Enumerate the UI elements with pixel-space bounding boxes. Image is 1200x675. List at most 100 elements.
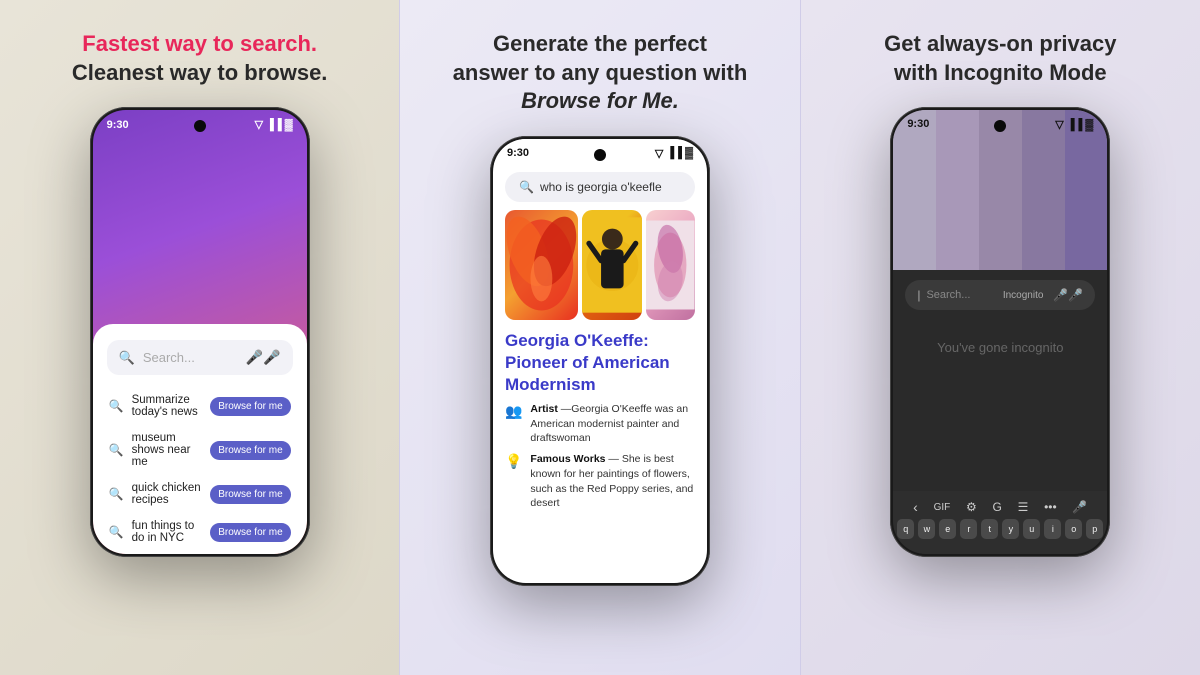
search-icon-s1: 🔍: [109, 399, 124, 413]
incognito-badge: Incognito: [1003, 290, 1044, 301]
camera-hole-2: [594, 149, 606, 161]
suggestion-text-2: museum shows near me: [132, 432, 205, 468]
key-o[interactable]: o: [1065, 519, 1082, 539]
status-time-3: 9:30: [907, 118, 929, 131]
key-y[interactable]: y: [1002, 519, 1019, 539]
panel2-title-italic: Browse for Me.: [521, 88, 679, 113]
mic-icon-3: 🎤🎤: [1053, 288, 1083, 302]
battery-icon-3: ▓: [1085, 119, 1093, 131]
panel-fastest-search: Fastest way to search. Cleanest way to b…: [0, 0, 399, 675]
suggestion-2[interactable]: 🔍 museum shows near me Browse for me: [107, 425, 293, 475]
image-painting-2: [646, 210, 695, 320]
keyboard-toolbar: ‹ GIF ⚙ G ☰ ••• 🎤: [897, 497, 1103, 515]
panel1-title-line2: Cleanest way to browse.: [72, 60, 328, 85]
key-u[interactable]: u: [1023, 519, 1040, 539]
suggestion-3[interactable]: 🔍 quick chicken recipes Browse for me: [107, 475, 293, 513]
wifi-icon-2: ▽: [655, 147, 663, 160]
clipboard-icon[interactable]: ☰: [1018, 500, 1029, 514]
status-icons-3: ▽ ▐▐ ▓: [1055, 118, 1093, 131]
key-e[interactable]: e: [939, 519, 956, 539]
incognito-message: You've gone incognito: [893, 340, 1107, 355]
key-p[interactable]: p: [1086, 519, 1103, 539]
panel1-title-line1: Fastest way to search.: [82, 31, 317, 56]
wifi-icon-3: ▽: [1055, 118, 1063, 131]
search-icon-s4: 🔍: [109, 525, 124, 539]
incognito-keyboard: ‹ GIF ⚙ G ☰ ••• 🎤 q w e r t: [893, 491, 1107, 554]
status-icons-1: ▽ ▐▐ ▓: [255, 118, 293, 131]
status-time-1: 9:30: [107, 119, 129, 131]
search-placeholder-3: Search...: [926, 289, 996, 301]
signal-icon-2: ▐▐: [666, 147, 682, 159]
search-placeholder-1: Search...: [143, 350, 238, 365]
browse-btn-1[interactable]: Browse for me: [210, 397, 290, 416]
camera-hole-1: [194, 120, 206, 132]
panel3-title-line1: Get always-on privacy: [884, 31, 1116, 56]
browse-btn-2[interactable]: Browse for me: [210, 441, 290, 460]
key-w[interactable]: w: [918, 519, 935, 539]
search-query-2: who is georgia o'keefle: [540, 180, 662, 194]
search-bar-2[interactable]: 🔍 who is georgia o'keefle: [505, 172, 695, 202]
settings-icon[interactable]: ⚙: [966, 500, 977, 514]
panel1-title: Fastest way to search. Cleanest way to b…: [72, 30, 328, 87]
cursor-icon: |: [917, 288, 920, 302]
suggestion-1[interactable]: 🔍 Summarize today's news Browse for me: [107, 387, 293, 425]
panel3-title: Get always-on privacy with Incognito Mod…: [884, 30, 1116, 87]
lightbulb-icon: 💡: [505, 452, 522, 511]
panel2-title-line2: answer to any question with: [453, 60, 748, 85]
key-r[interactable]: r: [960, 519, 977, 539]
result-text-2: Famous Works — She is best known for her…: [530, 452, 695, 511]
incognito-search-bar[interactable]: | Search... Incognito 🎤🎤: [905, 280, 1095, 310]
signal-icon-3: ▐▐: [1067, 119, 1083, 131]
image-gallery: [505, 210, 695, 320]
camera-hole-3: [994, 120, 1006, 132]
panel2-title: Generate the perfect answer to any quest…: [453, 30, 748, 116]
key-q[interactable]: q: [897, 519, 914, 539]
key-t[interactable]: t: [981, 519, 998, 539]
panel-browse-for-me: Generate the perfect answer to any quest…: [399, 0, 800, 675]
result-text-1: Artist —Georgia O'Keeffe was an American…: [530, 402, 695, 446]
voice-icon[interactable]: 🎤: [1072, 500, 1087, 514]
image-person: [582, 210, 643, 320]
browse-btn-4[interactable]: Browse for me: [210, 523, 290, 542]
phone2-screen: 9:30 ▽ ▐▐ ▓ 🔍 who is georgia o'keefle: [493, 139, 707, 583]
phone-2: 9:30 ▽ ▐▐ ▓ 🔍 who is georgia o'keefle: [490, 136, 710, 586]
search-icon-2: 🔍: [519, 180, 534, 194]
status-time-2: 9:30: [507, 147, 529, 160]
wifi-icon-1: ▽: [255, 118, 263, 131]
result-item-1: 👥 Artist —Georgia O'Keeffe was an Americ…: [505, 402, 695, 446]
search-icon-s2: 🔍: [109, 443, 124, 457]
phone1-screen: 9:30 ▽ ▐▐ ▓ 🔍 Search... 🎤🎤: [93, 110, 307, 554]
panel3-title-line2: with Incognito Mode: [894, 60, 1107, 85]
phone-1: 9:30 ▽ ▐▐ ▓ 🔍 Search... 🎤🎤: [90, 107, 310, 557]
back-icon[interactable]: ‹: [913, 499, 918, 515]
mic-icon-1: 🎤🎤: [246, 349, 281, 366]
battery-icon-2: ▓: [685, 147, 693, 159]
suggestion-text-1: Summarize today's news: [132, 394, 205, 418]
suggestion-text-3: quick chicken recipes: [132, 482, 205, 506]
suggestion-4[interactable]: 🔍 fun things to do in NYC Browse for me: [107, 513, 293, 551]
keyboard-row-1: q w e r t y u i o p: [897, 519, 1103, 539]
panel-incognito: Get always-on privacy with Incognito Mod…: [801, 0, 1200, 675]
search-overlay-1: 🔍 Search... 🎤🎤 🔍 Summarize today's news …: [93, 324, 307, 554]
artist-icon: 👥: [505, 402, 522, 446]
phone-3: 9:30 ▽ ▐▐ ▓ | Search... Incognito 🎤🎤 You…: [890, 107, 1110, 557]
search-icon-s3: 🔍: [109, 487, 124, 501]
translate-icon[interactable]: G: [992, 500, 1001, 514]
browse-btn-3[interactable]: Browse for me: [210, 485, 290, 504]
gif-icon[interactable]: GIF: [934, 502, 951, 513]
battery-icon-1: ▓: [285, 119, 293, 131]
suggestion-text-4: fun things to do in NYC: [132, 520, 205, 544]
result-title: Georgia O'Keeffe:Pioneer of AmericanMode…: [505, 330, 695, 396]
status-icons-2: ▽ ▐▐ ▓: [655, 147, 693, 160]
result-label-2: Famous Works: [530, 453, 608, 465]
panel2-title-line1: Generate the perfect: [493, 31, 707, 56]
result-label-1: Artist: [530, 403, 560, 415]
signal-icon-1: ▐▐: [266, 119, 282, 131]
more-icon[interactable]: •••: [1044, 500, 1057, 514]
phone3-screen: 9:30 ▽ ▐▐ ▓ | Search... Incognito 🎤🎤 You…: [893, 110, 1107, 554]
result-item-2: 💡 Famous Works — She is best known for h…: [505, 452, 695, 511]
search-box-1[interactable]: 🔍 Search... 🎤🎤: [107, 340, 293, 375]
key-i[interactable]: i: [1044, 519, 1061, 539]
search-icon-1: 🔍: [119, 350, 135, 366]
image-painting-1: [505, 210, 578, 320]
